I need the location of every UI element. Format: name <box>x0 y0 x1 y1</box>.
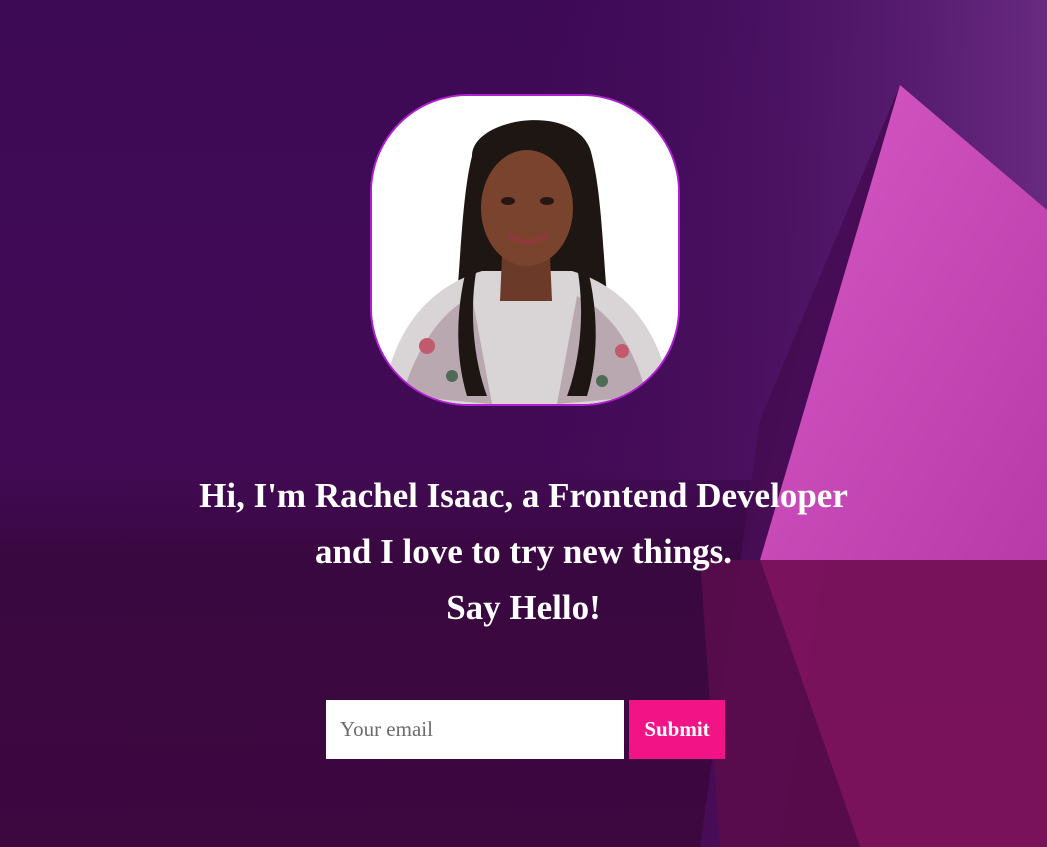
email-field[interactable] <box>326 700 624 759</box>
email-signup-form: Submit <box>326 700 725 759</box>
submit-button[interactable]: Submit <box>629 700 725 759</box>
hero-headline: Hi, I'm Rachel Isaac, a Frontend Develop… <box>0 468 1047 636</box>
headline-line-1: Hi, I'm Rachel Isaac, a Frontend Develop… <box>199 476 848 515</box>
avatar <box>370 94 680 406</box>
profile-photo-icon <box>372 96 678 404</box>
headline-line-2: and I love to try new things. <box>314 532 733 571</box>
headline-line-3: Say Hello! <box>446 588 601 627</box>
